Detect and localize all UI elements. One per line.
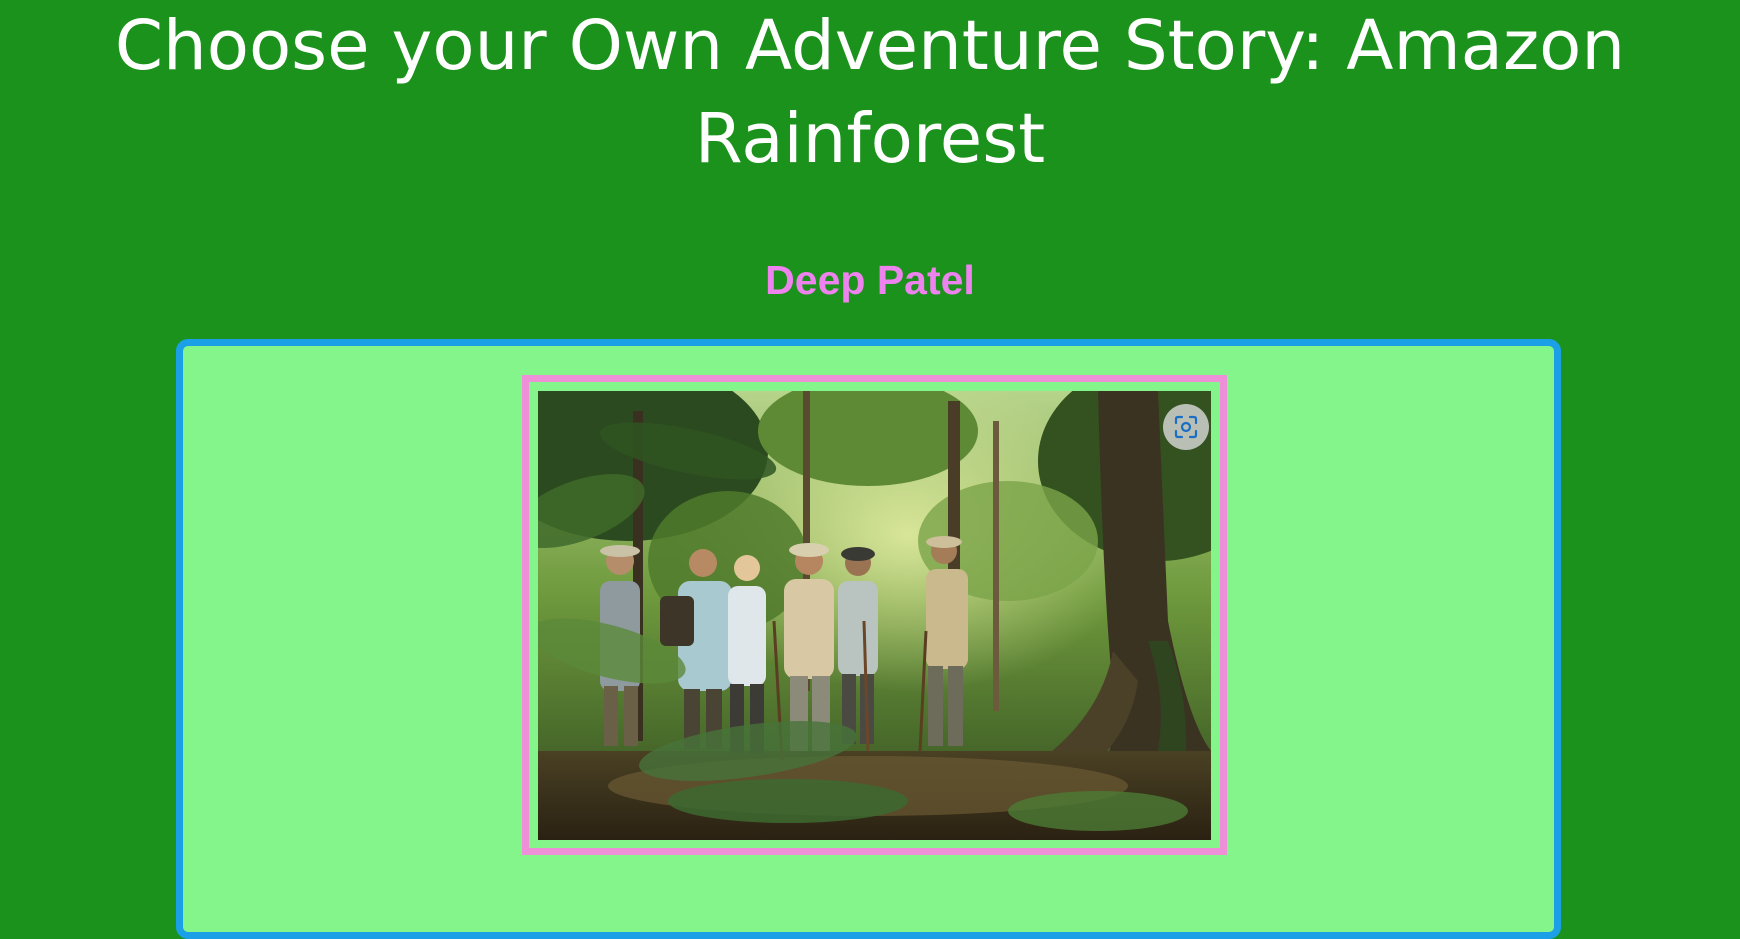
visual-search-button[interactable]: [1163, 404, 1209, 450]
author-name: Deep Patel: [765, 257, 975, 303]
page-title-line-2: Rainforest: [694, 99, 1046, 179]
rainforest-expedition-photo: [538, 391, 1211, 840]
story-image-frame: [522, 375, 1227, 855]
page-title-line-1: Choose your Own Adventure Story: Amazon: [114, 6, 1626, 86]
page-title: Choose your Own Adventure Story: Amazon …: [0, 0, 1740, 186]
lens-scan-icon: [1174, 415, 1198, 439]
